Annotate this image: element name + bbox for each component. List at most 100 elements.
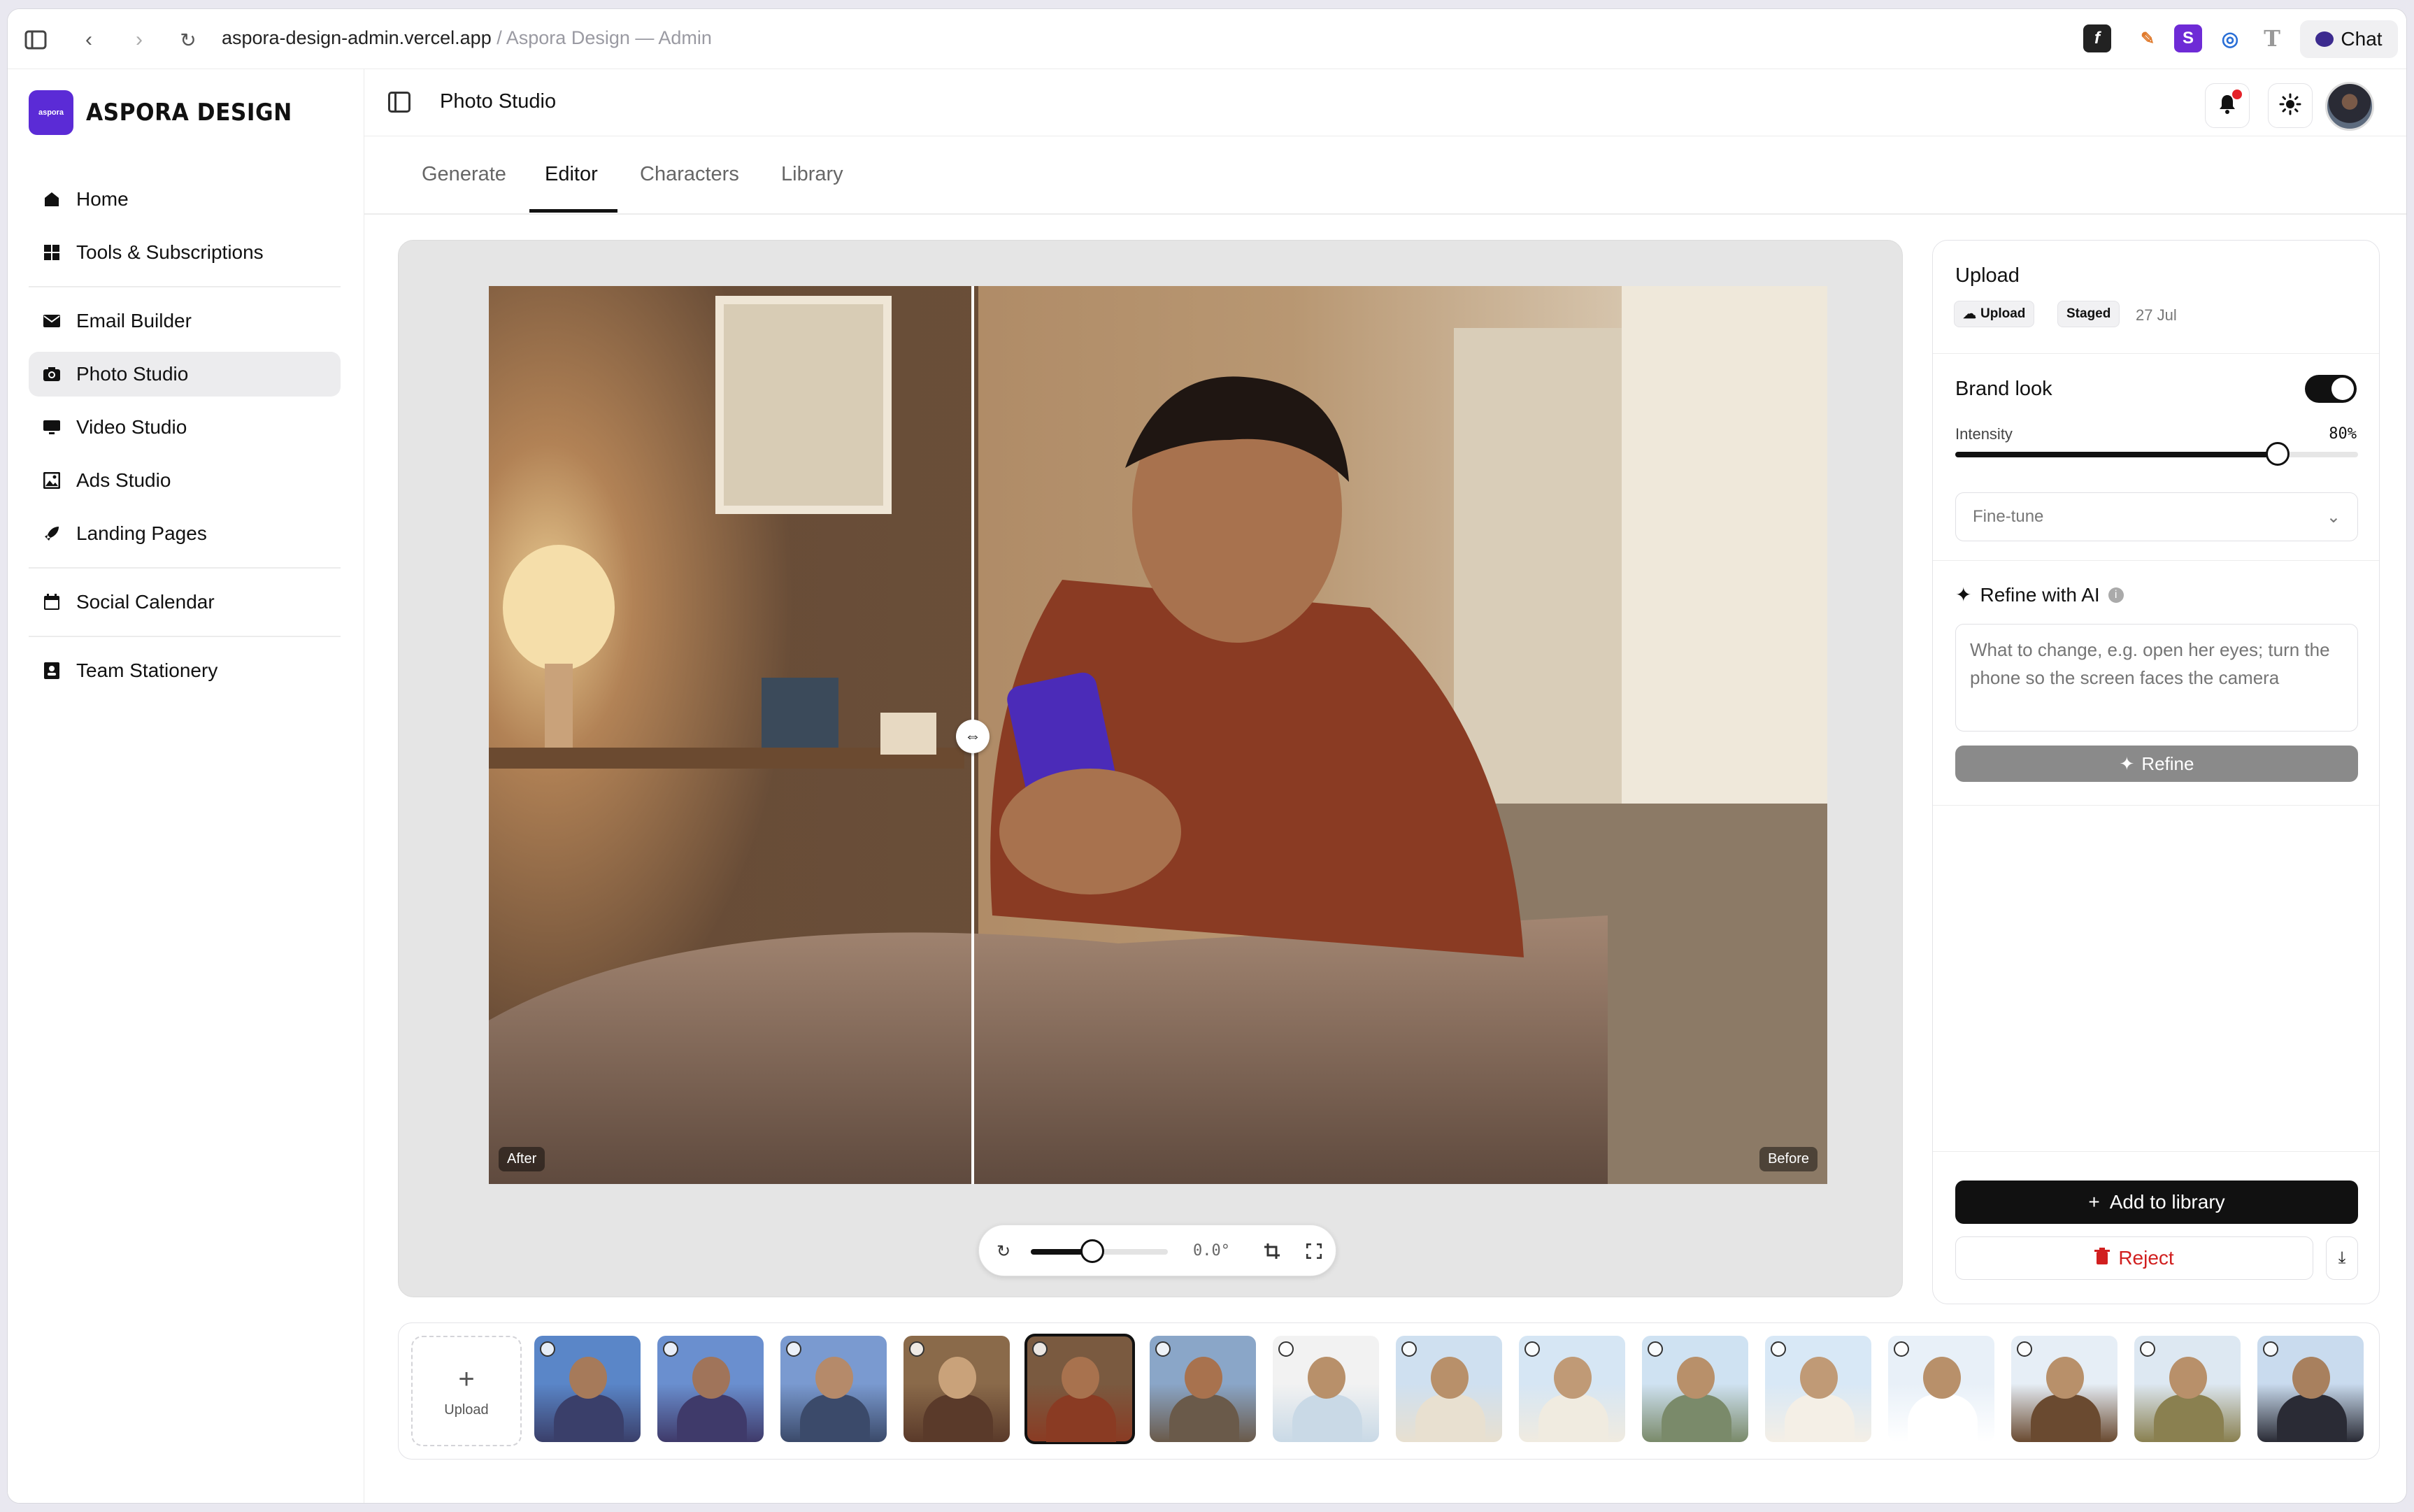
status-badge: Staged [2057,301,2120,327]
download-button[interactable]: ⤓ [2326,1236,2358,1280]
thumbnail[interactable] [1396,1336,1502,1442]
add-to-library-button[interactable]: + Add to library [1955,1181,2358,1224]
upload-tile[interactable]: + Upload [411,1336,522,1446]
thumbnail[interactable] [1888,1336,1994,1442]
sidebar-item-label: Home [76,188,129,210]
tab-library[interactable]: Library [781,163,843,186]
thumbnail-subject-body [1785,1395,1855,1442]
chat-button[interactable]: Chat [2300,20,2398,58]
thumbnail[interactable] [2134,1336,2241,1442]
sidebar-item-video-studio[interactable]: Video Studio [29,405,341,450]
thumbnail-subject [2292,1357,2330,1399]
thumbnail-status-icon [1894,1341,1909,1357]
thumbnail[interactable] [2011,1336,2117,1442]
after-label: After [499,1147,545,1171]
refine-prompt-input[interactable] [1955,624,2358,732]
compare-handle-icon[interactable]: ⇔ [956,720,990,753]
thumbnail-subject [2046,1357,2084,1399]
tab-characters[interactable]: Characters [640,163,739,186]
thumbnail-subject [1185,1357,1222,1399]
photo-illustration [489,286,1827,1184]
collapse-sidebar-icon[interactable] [388,92,410,113]
thumbnail-subject-body [2277,1395,2347,1442]
thumbnail[interactable] [1642,1336,1748,1442]
cloud-upload-icon: ☁ [1963,306,1976,322]
fine-tune-select[interactable]: Fine-tune ⌄ [1955,492,2358,541]
sidebar-item-label: Social Calendar [76,591,215,613]
sidebar-item-label: Video Studio [76,416,187,438]
crop-icon[interactable] [1262,1241,1283,1262]
source-chip: ☁ Upload [1954,301,2035,327]
notifications-button[interactable] [2205,83,2250,128]
back-icon[interactable]: ‹ [75,26,103,54]
extension-globe-icon[interactable]: ◎ [2216,24,2244,52]
thumbnail[interactable] [1273,1336,1379,1442]
sidebar-divider [29,636,341,637]
thumbnail-status-icon [1278,1341,1294,1357]
trash-icon [2094,1247,2111,1269]
refine-header: ✦ Refine with AI i [1955,583,2124,606]
thumbnail[interactable] [1024,1334,1135,1444]
extension-s-icon[interactable]: S [2174,24,2202,52]
notification-dot [2232,90,2242,99]
tab-editor[interactable]: Editor [545,163,598,186]
rocket-icon [43,525,61,543]
extension-pen-icon[interactable]: ✎ [2134,24,2162,52]
sparkle-icon: ✦ [1955,584,1972,606]
refine-button[interactable]: ✦ Refine [1955,746,2358,782]
reset-rotation-icon[interactable]: ↻ [993,1241,1014,1262]
sidebar-item-social-calendar[interactable]: Social Calendar [29,580,341,625]
thumbnail[interactable] [1765,1336,1871,1442]
compare-image[interactable]: ⇔ After Before [489,286,1827,1184]
sidebar-item-tools-subscriptions[interactable]: Tools & Subscriptions [29,230,341,275]
thumbnail-subject-body [1908,1395,1978,1442]
rotation-readout: 0.0° [1193,1242,1230,1260]
panel-divider [1933,1151,2379,1152]
thumbnail[interactable] [534,1336,641,1442]
extension-text-icon[interactable]: T [2258,24,2286,52]
brand-logo[interactable]: aspora ASPORA DESIGN [29,90,310,135]
thumbnail-subject [938,1357,976,1399]
intensity-label: Intensity [1955,425,2013,443]
intensity-slider[interactable] [1955,442,2358,466]
theme-toggle-button[interactable] [2268,83,2313,128]
avatar[interactable] [2325,82,2374,131]
address-bar[interactable]: aspora-design-admin.vercel.app / Aspora … [222,27,712,49]
thumbnail[interactable] [780,1336,887,1442]
before-label: Before [1759,1147,1817,1171]
sidebar-toggle-icon[interactable] [22,26,50,54]
info-icon[interactable]: i [2108,587,2124,603]
thumbnail[interactable] [1519,1336,1625,1442]
sidebar-item-photo-studio[interactable]: Photo Studio [29,352,341,397]
source-chip-label: Upload [1980,306,2026,321]
image-icon [43,471,61,490]
reload-icon[interactable]: ↻ [174,26,202,54]
forward-icon[interactable]: › [125,26,153,54]
tab-generate[interactable]: Generate [422,163,506,186]
sidebar-item-ads-studio[interactable]: Ads Studio [29,458,341,503]
thumbnail[interactable] [657,1336,764,1442]
zoom-slider-handle[interactable] [1080,1239,1105,1263]
zoom-slider[interactable] [1031,1239,1168,1263]
reject-button[interactable]: Reject [1955,1236,2313,1280]
sidebar-item-label: Email Builder [76,310,192,331]
chat-bubble-icon [2315,31,2334,47]
thumbnail[interactable] [2257,1336,2364,1442]
thumbnail-subject [2169,1357,2207,1399]
thumbnail[interactable] [1150,1336,1256,1442]
intensity-slider-handle[interactable] [2265,442,2290,466]
sidebar-item-home[interactable]: Home [29,177,341,222]
fullscreen-icon[interactable] [1304,1241,1324,1262]
thumbnail-subject [815,1357,853,1399]
brand-look-toggle[interactable] [2305,375,2357,403]
sidebar-item-email-builder[interactable]: Email Builder [29,299,341,343]
brand-look-section: Brand look Intensity 80% Fine-tune ⌄ [1933,354,2379,561]
sidebar-item-landing-pages[interactable]: Landing Pages [29,511,341,556]
properties-panel: Upload ☁ Upload Staged 27 Jul Brand look… [1932,240,2380,1304]
brand-look-title: Brand look [1955,378,2052,400]
extension-function-icon[interactable]: f [2083,24,2111,52]
thumbnail[interactable] [904,1336,1010,1442]
sidebar-item-team-stationery[interactable]: Team Stationery [29,648,341,693]
upload-tile-label: Upload [444,1402,489,1418]
thumbnail-status-icon [663,1341,678,1357]
